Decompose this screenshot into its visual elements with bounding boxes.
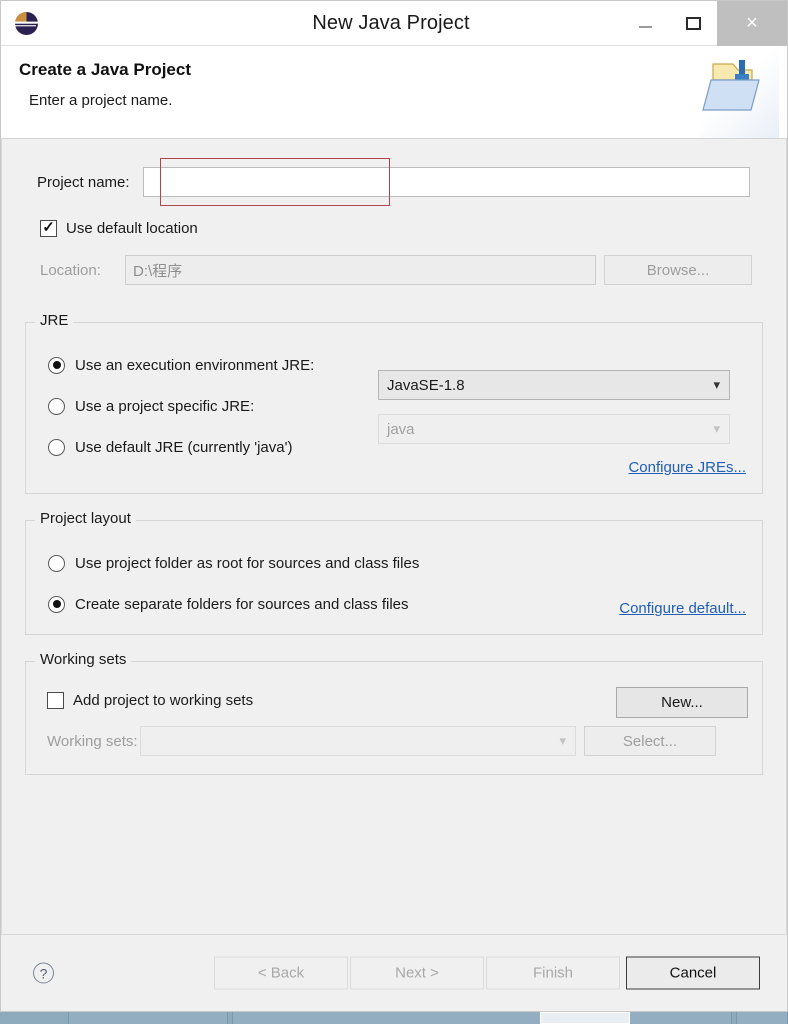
dialog-body: Project name: ✓ Use default location Loc… [1,139,787,934]
use-default-location-checkbox[interactable]: ✓ [40,218,57,237]
minimize-icon [638,25,652,28]
cancel-button[interactable]: Cancel [626,956,760,990]
working-sets-label: Working sets: [47,732,138,750]
add-to-working-sets-label: Add project to working sets [73,691,254,709]
execution-environment-select[interactable]: JavaSE-1.8 ▾ [378,370,730,400]
help-icon[interactable]: ? [33,962,54,984]
project-name-row: Project name: [15,158,773,206]
execution-environment-value: JavaSE-1.8 [387,376,465,394]
close-button[interactable]: × [717,1,787,46]
location-input: D:\程序 [125,255,596,285]
use-default-location-label: Use default location [66,219,198,237]
configure-jres-link[interactable]: Configure JREs... [628,459,746,476]
new-java-project-folder-icon [702,60,760,111]
page-title: Create a Java Project [19,60,191,79]
working-sets-group: Working sets Add project to working sets… [25,651,763,775]
taskbar-item[interactable] [232,1012,732,1024]
project-layout-group: Project layout Use project folder as roo… [25,510,763,635]
radio-default-jre[interactable] [48,438,65,456]
maximize-button[interactable] [669,1,717,46]
layout-option-project-folder-root[interactable]: Use project folder as root for sources a… [40,548,748,578]
taskbar-strip [0,1012,788,1024]
location-row: Location: D:\程序 Browse... [15,255,773,285]
taskbar-item[interactable] [68,1012,228,1024]
location-label: Location: [40,261,101,279]
jre-option-label: Use a project specific JRE: [75,397,255,415]
finish-button: Finish [486,956,620,990]
use-default-location-row[interactable]: ✓ Use default location [15,217,773,239]
project-specific-jre-value: java [387,420,415,438]
browse-button: Browse... [604,255,752,285]
jre-option-label: Use default JRE (currently 'java') [75,438,293,456]
wizard-banner [699,46,779,138]
radio-project-folder-root[interactable] [48,554,65,572]
maximize-icon [685,17,701,30]
layout-option-label: Create separate folders for sources and … [75,595,409,613]
new-java-project-dialog: New Java Project × Create a Java Project… [0,0,788,1012]
back-button: < Back [214,956,348,990]
radio-project-specific-jre[interactable] [48,397,65,415]
working-sets-select: ▾ [140,726,576,756]
check-icon: ✓ [42,218,55,236]
jre-option-label: Use an execution environment JRE: [75,356,315,374]
working-sets-group-legend: Working sets [35,651,132,668]
wizard-button-bar: < Back Next > Finish Cancel [212,956,760,990]
taskbar-item[interactable] [736,1012,788,1024]
chevron-down-icon: ▾ [713,377,720,392]
radio-execution-environment[interactable] [48,356,65,374]
select-working-sets-button: Select... [584,726,716,756]
dialog-footer: ? < Back Next > Finish Cancel [1,934,787,1011]
window-controls: × [621,1,787,46]
wizard-header: Create a Java Project Enter a project na… [1,46,787,139]
chevron-down-icon: ▾ [713,421,720,436]
project-specific-jre-select: java ▾ [378,414,730,444]
minimize-button[interactable] [621,1,669,46]
next-button: Next > [350,956,484,990]
configure-default-link[interactable]: Configure default... [619,600,746,617]
close-icon: × [746,12,758,34]
jre-group-legend: JRE [35,312,74,329]
project-layout-group-legend: Project layout [35,510,136,527]
title-bar: New Java Project × [1,1,787,46]
page-subtitle: Enter a project name. [29,92,173,109]
eclipse-logo-icon [15,11,38,35]
layout-option-label: Use project folder as root for sources a… [75,554,420,572]
working-sets-select-row: Working sets: ▾ Select... [40,726,748,756]
new-working-set-button[interactable]: New... [616,687,748,718]
radio-separate-folders[interactable] [48,595,65,613]
help-glyph: ? [39,965,48,981]
project-name-input[interactable] [143,167,750,197]
chevron-down-icon: ▾ [559,733,566,748]
add-to-working-sets-checkbox[interactable] [47,691,64,709]
project-name-label: Project name: [37,173,130,191]
taskbar-item-active[interactable] [540,1012,630,1024]
jre-group: JRE Use an execution environment JRE: Us… [25,312,763,494]
